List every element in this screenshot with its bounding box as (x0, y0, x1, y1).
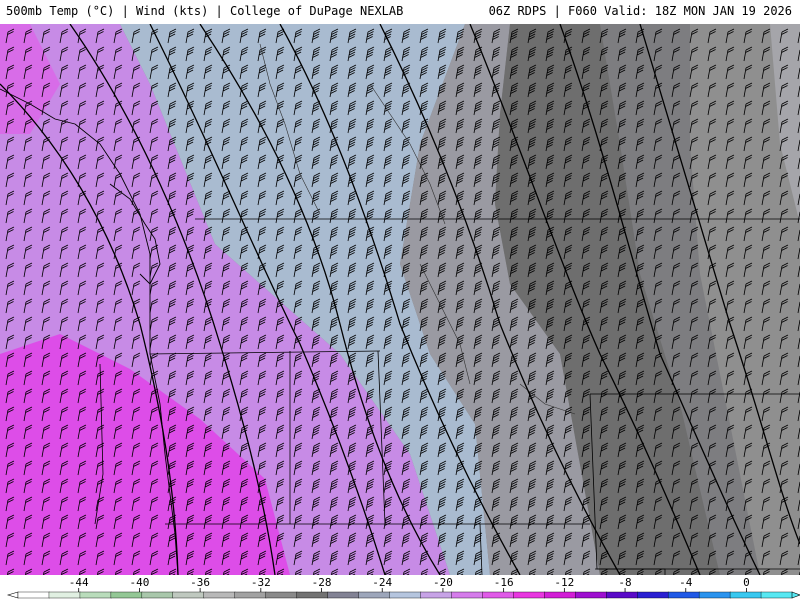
colorbar-tick-label: -28 (312, 576, 332, 589)
colorbar-tick-label: -32 (251, 576, 271, 589)
colorbar-tick-label: -36 (190, 576, 210, 589)
colorbar-segment (234, 591, 267, 599)
colorbar-tick-label: -4 (679, 576, 693, 589)
colorbar-segment (17, 591, 50, 599)
colorbar-tick-label: -24 (372, 576, 392, 589)
colorbar-segment (637, 591, 669, 599)
colorbar-tick-labels: -44 -40 -36 -32 -28 -24 -20 -16 -12 -8 -4 0 (69, 576, 750, 589)
product-title: 500mb Temp (°C) | Wind (kts) | College o… (6, 4, 404, 18)
colorbar-segment (265, 591, 298, 599)
colorbar-segment (172, 591, 205, 599)
header-bar: 500mb Temp (°C) | Wind (kts) | College o… (0, 0, 800, 24)
colorbar-ticks (78, 588, 747, 592)
colorbar-tick-label: -20 (433, 576, 453, 589)
colorbar-segment (203, 591, 236, 599)
colorbar-segment (358, 591, 391, 599)
colorbar-segment (110, 591, 143, 599)
colorbar-tick-label: 0 (743, 576, 750, 589)
colorbar-tick-label: -8 (618, 576, 631, 589)
colorbar-segment (513, 591, 546, 599)
colorbar-tick-label: -44 (69, 576, 89, 589)
colorbar-segment (729, 591, 762, 599)
colorbar-segment (141, 591, 174, 599)
colorbar-segment (698, 591, 731, 599)
weather-map (0, 24, 800, 575)
colorbar-segment (48, 591, 81, 599)
colorbar-segment (296, 591, 329, 599)
colorbar-right-arrow (791, 591, 800, 599)
colorbar-segment (389, 591, 422, 599)
colorbar-segment (327, 591, 360, 599)
colorbar-left-arrow (6, 591, 19, 599)
temperature-colorbar: -44 -40 -36 -32 -28 -24 -20 -16 -12 -8 -4 0 (6, 576, 800, 599)
colorbar-segment (760, 591, 793, 599)
colorbar-segments (6, 591, 800, 599)
colorbar-segment (482, 591, 515, 599)
run-valid-time: 06Z RDPS | F060 Valid: 18Z MON JAN 19 20… (488, 4, 792, 18)
colorbar-segment (420, 591, 453, 599)
colorbar-tick-label: -16 (494, 576, 514, 589)
colorbar-segment (544, 591, 576, 599)
colorbar-tick-label: -12 (554, 576, 574, 589)
colorbar-segment (451, 591, 484, 599)
colorbar-segment (79, 591, 112, 599)
colorbar-tick-label: -40 (129, 576, 149, 589)
colorbar-segment (667, 591, 700, 599)
colorbar-segment (575, 591, 607, 599)
colorbar-segment (606, 591, 638, 599)
